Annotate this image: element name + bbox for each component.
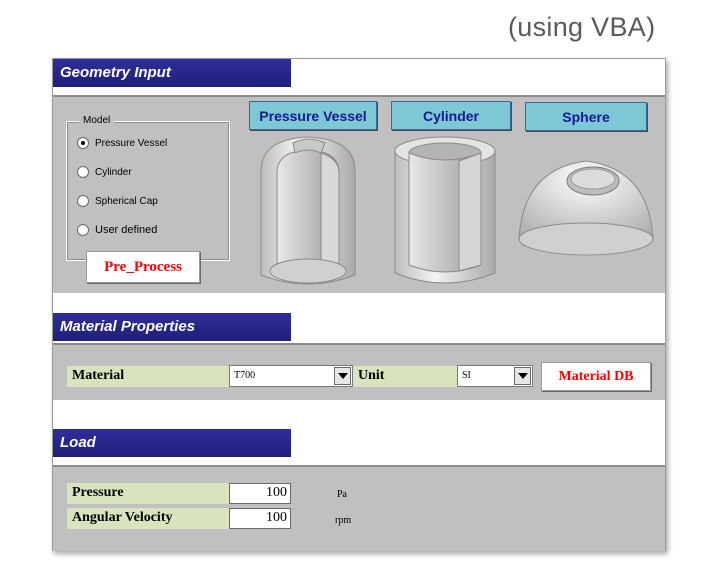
cylinder-button[interactable]: Cylinder (391, 101, 511, 130)
angular-velocity-input[interactable]: 100 (229, 508, 291, 529)
radio-label: Spherical Cap (95, 195, 158, 207)
load-panel: Pressure 100 Pa Angular Velocity 100 rpm (53, 465, 665, 551)
radio-label: User defined (95, 224, 158, 236)
chevron-down-icon[interactable] (334, 367, 351, 385)
radio-spherical-cap[interactable]: Spherical Cap (77, 195, 158, 207)
radio-user-defined[interactable]: User defined (77, 224, 157, 236)
radio-icon[interactable] (77, 195, 89, 207)
radio-label: Pressure Vessel (95, 137, 168, 149)
radio-icon[interactable] (77, 166, 89, 178)
material-panel: Material T700 Unit SI Material DB (53, 343, 665, 400)
unit-select[interactable]: SI (457, 365, 533, 387)
load-section-header: Load (53, 429, 291, 457)
material-value: T700 (234, 370, 256, 381)
pre-process-button[interactable]: Pre_Process (86, 251, 200, 283)
material-section-header: Material Properties (53, 313, 291, 341)
radio-label: Cylinder (95, 166, 132, 178)
radio-pressure-vessel[interactable]: Pressure Vessel (77, 137, 167, 149)
geometry-section-header: Geometry Input (53, 59, 291, 87)
vba-form: Geometry Input Model Pressure Vessel Cyl… (52, 58, 666, 551)
chevron-down-icon[interactable] (514, 367, 531, 385)
geometry-panel: Model Pressure Vessel Cylinder Spherical… (53, 95, 665, 293)
pressure-unit: Pa (337, 489, 347, 500)
pressure-vessel-icon (260, 136, 356, 285)
material-select[interactable]: T700 (229, 365, 353, 387)
spherical-cap-icon (518, 160, 654, 256)
pressure-input[interactable]: 100 (229, 483, 291, 504)
cylinder-icon (394, 136, 496, 284)
unit-label: Unit (353, 366, 457, 387)
pressure-vessel-button[interactable]: Pressure Vessel (249, 101, 377, 130)
radio-icon[interactable] (77, 224, 89, 236)
caption-text: (using VBA) (508, 12, 656, 42)
radio-cylinder[interactable]: Cylinder (77, 166, 132, 178)
angular-velocity-unit: rpm (335, 515, 352, 526)
sphere-button[interactable]: Sphere (525, 102, 647, 131)
radio-selected-icon[interactable] (77, 137, 89, 149)
material-label: Material (67, 366, 229, 387)
material-db-button[interactable]: Material DB (541, 362, 651, 391)
angular-velocity-label: Angular Velocity (67, 508, 229, 529)
pressure-label: Pressure (67, 483, 229, 504)
unit-value: SI (462, 370, 471, 381)
model-legend: Model (79, 115, 115, 126)
